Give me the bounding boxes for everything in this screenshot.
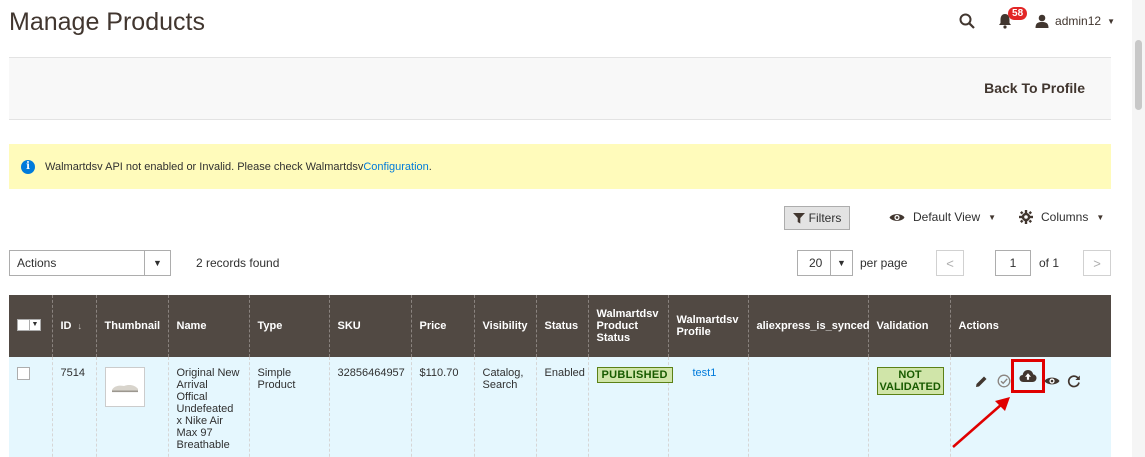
configuration-link[interactable]: Configuration [363,161,428,173]
info-icon: i [21,159,35,174]
chevron-down-icon: ▼ [830,251,852,275]
cell-id: 7514 [51,357,96,457]
cell-synced [747,357,868,457]
column-header-status[interactable]: Status [535,295,588,357]
column-header-type[interactable]: Type [248,295,329,357]
mass-select-checkbox[interactable]: ▼ [17,318,41,331]
default-view-label: Default View [913,210,981,224]
validation-badge: NOT VALIDATED [876,367,944,395]
sort-arrow-icon: ↓ [77,321,83,331]
column-header-actions: Actions [949,295,1111,357]
previous-page-button[interactable]: < [936,250,964,276]
column-header-visibility[interactable]: Visibility [473,295,536,357]
filters-label: Filters [808,211,842,225]
row-actions [959,359,1104,393]
admin-username: admin12 [1055,14,1102,28]
chevron-down-icon: ▼ [1096,212,1105,222]
mass-select-header[interactable]: ▼ [9,295,52,357]
cell-visibility: Catalog, Search [473,357,536,457]
column-header-product-status[interactable]: Walmartdsv Product Status [587,295,668,357]
cell-sku: 32856464957 [328,357,411,457]
column-header-synced[interactable]: aliexpress_is_synced [747,295,870,357]
cell-validation: NOT VALIDATED [867,357,950,457]
per-page-value: 20 [809,256,823,270]
upload-highlight-box [1010,359,1045,393]
funnel-icon [792,212,805,223]
page-title: Manage Products [9,8,205,36]
notifications-button[interactable]: 58 [997,7,1028,29]
cell-type: Simple Product [248,357,329,457]
message-text: Walmartdsv API not enabled or Invalid. P… [45,160,364,173]
back-to-profile-button[interactable]: Back To Profile [984,80,1085,96]
per-page-select[interactable]: 20 ▼ [797,250,853,276]
search-icon[interactable] [959,13,975,29]
cell-profile: test1 [667,357,748,457]
column-header-validation[interactable]: Validation [867,295,950,357]
gear-icon [1019,210,1033,224]
column-header-price[interactable]: Price [410,295,474,357]
pencil-icon[interactable] [973,372,991,390]
notification-count-badge: 58 [1008,7,1028,20]
column-header-thumbnail[interactable]: Thumbnail [95,295,168,357]
cell-status: Enabled [535,357,588,457]
chevron-down-icon: ▼ [144,251,170,275]
cell-actions [949,357,1111,457]
refresh-icon[interactable] [1065,372,1083,390]
cell-price: $110.70 [410,357,474,457]
warning-message: i Walmartdsv API not enabled or Invalid.… [9,144,1111,189]
next-page-button[interactable]: > [1083,250,1111,276]
chevron-down-icon: ▼ [988,212,997,222]
cell-thumbnail [95,357,168,457]
page-scrollbar[interactable] [1132,0,1145,457]
page-count: of 1 [1039,256,1060,270]
column-header-profile[interactable]: Walmartdsv Profile [667,295,748,357]
default-view-dropdown[interactable]: Default View ▼ [889,210,996,224]
mass-actions-select[interactable]: Actions ▼ [9,250,171,276]
eye-icon [889,213,905,221]
published-badge: PUBLISHED [596,367,673,383]
page-actions-bar: Back To Profile [9,57,1111,120]
column-header-name[interactable]: Name [167,295,249,357]
records-found: 2 records found [196,256,280,270]
per-page-label: per page [860,256,908,270]
page-number-input[interactable]: 1 [995,250,1031,276]
header-actions: 58 admin12 ▼ [959,6,1115,36]
cell-product-status: PUBLISHED [587,357,673,457]
filters-button[interactable]: Filters [784,206,850,230]
user-icon [1035,14,1049,28]
columns-label: Columns [1041,210,1089,224]
profile-link[interactable]: test1 [677,367,717,379]
column-header-id[interactable]: ID ↓ [51,295,96,357]
table-row[interactable]: 7514 Original New Arrival Offical Undefe… [9,357,1111,457]
message-suffix: . [428,160,432,173]
mass-actions-label: Actions [17,256,57,270]
chevron-down-icon: ▼ [1107,16,1115,26]
row-checkbox[interactable] [17,367,30,380]
row-select-cell[interactable] [9,357,52,457]
cloud-upload-icon[interactable] [1019,367,1037,385]
admin-user-menu[interactable]: admin12 ▼ [1035,14,1115,28]
product-thumbnail [104,367,145,407]
eye-icon[interactable] [1043,372,1061,390]
columns-dropdown[interactable]: Columns ▼ [1019,210,1104,224]
scrollbar-thumb[interactable] [1135,40,1142,110]
grid-header-row: ▼ ID ↓ Thumbnail Name Type SKU Price Visi… [9,295,1111,357]
chevron-down-icon: ▼ [30,318,41,331]
products-grid: ▼ ID ↓ Thumbnail Name Type SKU Price Visi… [9,295,1111,457]
column-header-sku[interactable]: SKU [328,295,411,357]
cell-name: Original New Arrival Offical Undefeated … [167,357,249,457]
